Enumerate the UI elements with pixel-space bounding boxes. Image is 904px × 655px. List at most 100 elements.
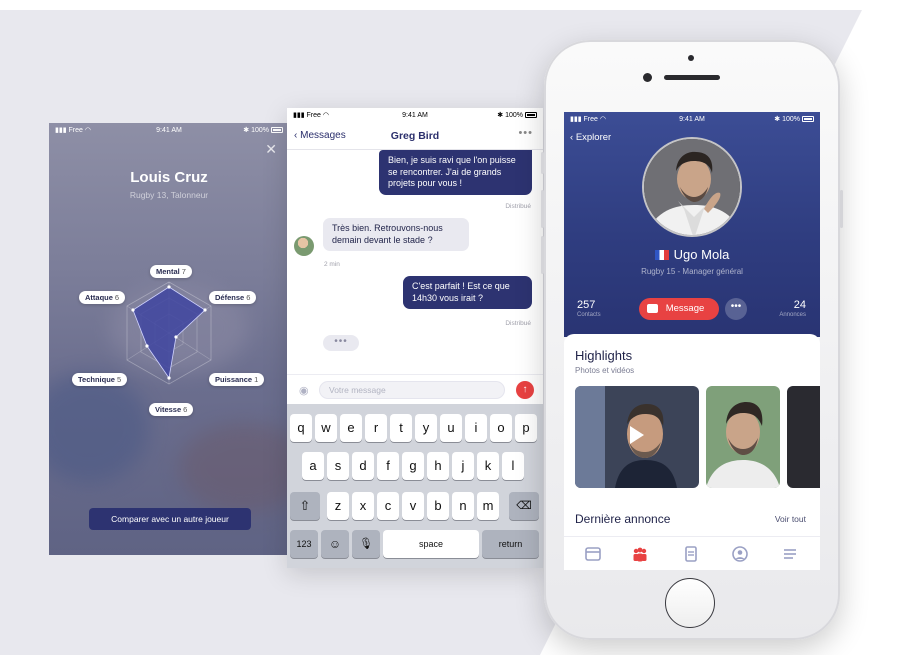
contacts-stat[interactable]: 257 Contacts — [577, 299, 601, 318]
bluetooth-icon: ✱ — [774, 116, 781, 123]
key[interactable]: n — [452, 492, 474, 520]
camera-icon[interactable]: ◉ — [299, 384, 309, 397]
key[interactable]: q — [290, 414, 312, 442]
delete-key[interactable]: ⌫ — [509, 492, 539, 520]
battery-icon — [271, 127, 283, 134]
player-stats-screen: ▮▮▮ Free ◠ 9:41 AM ✱ 100% ✕ Louis Cruz R… — [49, 123, 289, 555]
team-icon[interactable] — [631, 545, 649, 563]
key[interactable]: s — [327, 452, 349, 480]
home-button[interactable] — [665, 578, 715, 628]
profile-photo — [642, 137, 742, 237]
chat-nav-bar: ‹ Messages Greg Bird ••• — [287, 124, 543, 150]
message-time: 2 min — [324, 261, 340, 268]
document-icon[interactable] — [682, 545, 700, 563]
profile-screen: ▮▮▮ Free ◠ 9:41 AM ✱ 100% ‹ Explorer Ugo… — [564, 112, 820, 570]
key[interactable]: w — [315, 414, 337, 442]
back-button[interactable]: ‹ Explorer — [570, 132, 611, 143]
key[interactable]: e — [340, 414, 362, 442]
send-button[interactable]: ↑ — [516, 381, 534, 399]
key[interactable]: g — [402, 452, 424, 480]
signal-icon: ▮▮▮ — [570, 116, 582, 123]
signal-icon: ▮▮▮ — [55, 127, 67, 134]
key[interactable]: t — [390, 414, 412, 442]
key[interactable]: o — [490, 414, 512, 442]
stat-chip-technique: Technique 5 — [72, 373, 128, 386]
play-icon[interactable] — [630, 426, 644, 444]
carrier-label: Free — [68, 127, 83, 134]
key[interactable]: z — [327, 492, 349, 520]
key[interactable]: r — [365, 414, 387, 442]
key[interactable]: v — [402, 492, 424, 520]
wifi-icon: ◠ — [322, 112, 329, 119]
contact-avatar — [294, 236, 314, 256]
key[interactable]: p — [515, 414, 537, 442]
key[interactable]: b — [427, 492, 449, 520]
status-bar: ▮▮▮ Free ◠ 9:41 AM ✱ 100% — [287, 108, 543, 122]
portrait-illustration — [644, 139, 740, 235]
annonces-stat[interactable]: 24 Annonces — [779, 299, 806, 318]
carrier-label: Free — [306, 112, 321, 119]
emoji-key[interactable]: ☺ — [321, 530, 349, 558]
typing-indicator: ••• — [323, 335, 359, 351]
key[interactable]: h — [427, 452, 449, 480]
arrow-up-icon: ↑ — [522, 384, 528, 395]
side-button — [541, 152, 544, 174]
key[interactable]: x — [352, 492, 374, 520]
message-status: Distribué — [505, 320, 531, 327]
stat-chip-vitesse: Vitesse 6 — [149, 403, 194, 416]
highlights-card: Highlights Photos et vidéos Dernière ann… — [564, 334, 820, 544]
highlight-photo-thumbnail[interactable] — [706, 386, 780, 488]
volume-down-button — [541, 236, 544, 274]
battery-label: 100% — [505, 112, 523, 119]
close-icon[interactable]: ✕ — [265, 141, 277, 158]
more-icon[interactable]: ••• — [518, 127, 533, 139]
dictation-key[interactable]: 🎙 — [352, 530, 380, 558]
numbers-key[interactable]: 123 — [290, 530, 318, 558]
carrier-label: Free — [583, 116, 598, 123]
iphone-device: ▮▮▮ Free ◠ 9:41 AM ✱ 100% ‹ Explorer Ugo… — [541, 40, 843, 640]
france-flag-icon — [654, 250, 669, 260]
photo-illustration — [706, 386, 780, 488]
see-all-link[interactable]: Voir tout — [775, 514, 806, 524]
emoji-icon: ☺ — [328, 537, 342, 551]
space-key[interactable]: space — [383, 530, 479, 558]
more-options-icon[interactable]: ••• — [725, 298, 747, 320]
key[interactable]: i — [465, 414, 487, 442]
battery-icon — [802, 116, 814, 123]
battery-icon — [525, 112, 537, 119]
chevron-left-icon: ‹ — [570, 132, 574, 143]
key[interactable]: a — [302, 452, 324, 480]
key[interactable]: y — [415, 414, 437, 442]
bluetooth-icon: ✱ — [243, 127, 250, 134]
key[interactable]: f — [377, 452, 399, 480]
return-key[interactable]: return — [482, 530, 539, 558]
highlight-photo-thumbnail[interactable] — [787, 386, 820, 488]
compare-button[interactable]: Comparer avec un autre joueur — [89, 508, 251, 530]
front-camera-icon — [643, 73, 652, 82]
menu-icon[interactable] — [781, 545, 799, 563]
microphone-icon: 🎙 — [359, 538, 373, 550]
key[interactable]: d — [352, 452, 374, 480]
keyboard: q w e r t y u i o p a s d f g h j k l ⇧ … — [287, 404, 543, 568]
status-bar: ▮▮▮ Free ◠ 9:41 AM ✱ 100% — [564, 112, 820, 126]
profile-name: Ugo Mola — [564, 247, 820, 262]
key[interactable]: j — [452, 452, 474, 480]
calendar-icon[interactable] — [584, 545, 602, 563]
player-subtitle: Rugby 13, Talonneur — [129, 190, 209, 200]
message-button[interactable]: Message — [639, 298, 719, 320]
shift-key[interactable]: ⇧ — [290, 492, 320, 520]
contact-name: Greg Bird — [390, 130, 440, 142]
profile-icon[interactable] — [731, 545, 749, 563]
sensor-dot — [688, 55, 694, 61]
key[interactable]: c — [377, 492, 399, 520]
key[interactable]: m — [477, 492, 499, 520]
key[interactable]: k — [477, 452, 499, 480]
key[interactable]: u — [440, 414, 462, 442]
message-input[interactable]: Votre message — [319, 381, 505, 399]
highlight-video-thumbnail[interactable] — [575, 386, 699, 488]
battery-label: 100% — [251, 127, 269, 134]
key[interactable]: l — [502, 452, 524, 480]
message-bubble-incoming: Très bien. Retrouvons-nous demain devant… — [323, 218, 469, 251]
highlights-title: Highlights — [575, 348, 633, 363]
stat-chip-attaque: Attaque 6 — [79, 291, 126, 304]
